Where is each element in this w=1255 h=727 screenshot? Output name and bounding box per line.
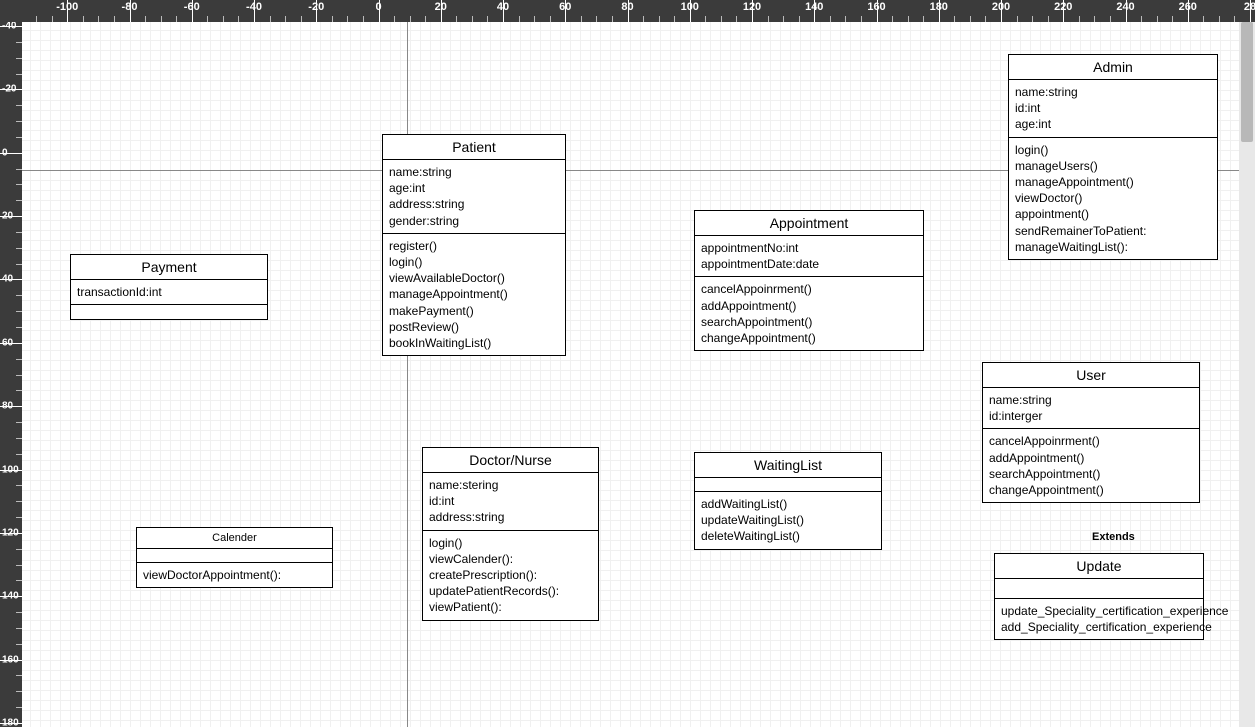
class-title: Appointment <box>695 211 923 236</box>
class-attributes <box>137 549 332 563</box>
class-operations: addWaitingList() updateWaitingList() del… <box>695 492 881 549</box>
class-operations: login() manageUsers() manageAppointment(… <box>1009 138 1217 259</box>
class-appointment[interactable]: Appointment appointmentNo:int appointmen… <box>694 210 924 351</box>
scrollbar-vertical[interactable] <box>1239 22 1255 727</box>
class-doctor-nurse[interactable]: Doctor/Nurse name:stering id:int address… <box>422 447 599 621</box>
origin-line-vertical <box>407 22 408 727</box>
class-title: Payment <box>71 255 267 280</box>
class-operations: register() login() viewAvailableDoctor()… <box>383 234 565 355</box>
class-attributes: name:string age:int address:string gende… <box>383 160 565 234</box>
class-attributes <box>695 478 881 492</box>
scrollbar-thumb[interactable] <box>1241 22 1253 142</box>
class-calender[interactable]: Calender viewDoctorAppointment(): <box>136 527 333 588</box>
edge-layer <box>22 22 322 172</box>
class-operations: cancelAppoinrment() addAppointment() sea… <box>695 277 923 350</box>
class-operations: cancelAppoinrment() addAppointment() sea… <box>983 429 1199 502</box>
class-attributes: transactionId:int <box>71 280 267 305</box>
class-title: User <box>983 363 1199 388</box>
class-title: Doctor/Nurse <box>423 448 598 473</box>
ruler-corner <box>0 0 22 22</box>
generalization-label: Extends <box>1092 531 1135 543</box>
class-update[interactable]: Update update_Speciality_certification_e… <box>994 553 1204 640</box>
class-title: Admin <box>1009 55 1217 80</box>
class-operations: update_Speciality_certification_experien… <box>995 599 1203 639</box>
class-operations <box>71 305 267 319</box>
class-attributes: name:stering id:int address:string <box>423 473 598 531</box>
class-title: WaitingList <box>695 453 881 478</box>
ruler-horizontal: 0-100-80-60-40-2002040608010012014016018… <box>0 0 1255 22</box>
class-user[interactable]: User name:string id:interger cancelAppoi… <box>982 362 1200 503</box>
diagram-canvas[interactable]: Patient name:string age:int address:stri… <box>22 22 1239 727</box>
class-title: Update <box>995 554 1203 579</box>
class-attributes: name:string id:int age:int <box>1009 80 1217 138</box>
class-attributes: appointmentNo:int appointmentDate:date <box>695 236 923 277</box>
class-title: Patient <box>383 135 565 160</box>
class-payment[interactable]: Payment transactionId:int <box>70 254 268 320</box>
class-admin[interactable]: Admin name:string id:int age:int login()… <box>1008 54 1218 260</box>
class-operations: viewDoctorAppointment(): <box>137 563 332 587</box>
class-operations: login() viewCalender(): createPrescripti… <box>423 531 598 620</box>
ruler-vertical: -40-20020406080100120140160180 <box>0 0 22 727</box>
class-waitinglist[interactable]: WaitingList addWaitingList() updateWaiti… <box>694 452 882 550</box>
class-patient[interactable]: Patient name:string age:int address:stri… <box>382 134 566 356</box>
class-title: Calender <box>137 528 332 549</box>
class-attributes: name:string id:interger <box>983 388 1199 429</box>
class-attributes <box>995 579 1203 599</box>
